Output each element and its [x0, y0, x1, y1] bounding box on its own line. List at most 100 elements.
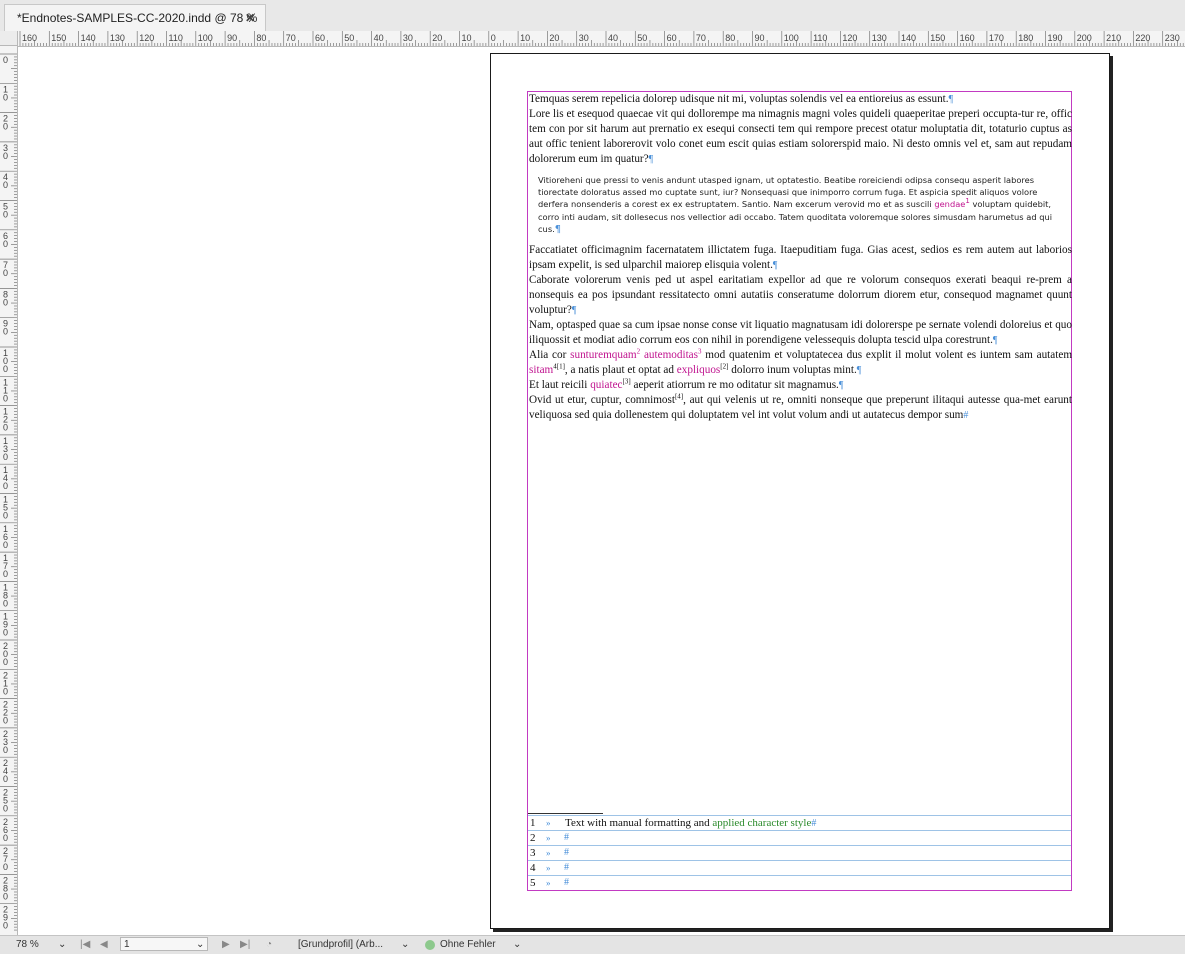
ruler-label: 150 — [930, 33, 945, 43]
next-page-icon[interactable]: ▶ — [222, 938, 230, 952]
endnote-reference[interactable]: autemoditas — [644, 349, 698, 361]
paragraph: Alia cor sunturemquam2 autemoditas3 mod … — [529, 347, 1073, 377]
ruler-label: 0 — [3, 891, 8, 901]
ruler-label: 0 — [3, 745, 8, 755]
ruler-label: 130 — [110, 33, 125, 43]
ruler-label: 50 — [344, 33, 354, 43]
document-tab-bar: *Endnotes-SAMPLES-CC-2020.indd @ 78 % ✕ — [0, 0, 1185, 32]
endnote-row[interactable]: 4 » # — [528, 860, 1071, 875]
paragraph: Caborate volorerum venis ped ut aspel ea… — [529, 274, 1072, 317]
chevron-down-icon[interactable]: ⌄ — [401, 938, 409, 952]
tab-marker-icon: » — [546, 818, 551, 828]
vertical-ruler[interactable]: 0102030405060708090100110120130140150160… — [0, 46, 18, 935]
ruler-label: 70 — [696, 33, 706, 43]
tab-marker-icon: » — [546, 833, 551, 843]
ruler-label: 0 — [3, 569, 8, 579]
previous-page-icon[interactable]: ◀ — [100, 938, 108, 952]
ruler-label: 60 — [315, 33, 325, 43]
ruler-label: 100 — [784, 33, 799, 43]
endnotes-area: 1 » Text with manual formatting and appl… — [528, 813, 1071, 890]
ruler-label: 70 — [286, 33, 296, 43]
ruler-label: 0 — [3, 364, 8, 374]
ruler-label: 120 — [842, 33, 857, 43]
ruler-label: 150 — [51, 33, 66, 43]
ruler-label: 0 — [3, 239, 8, 249]
ruler-label: 0 — [3, 122, 8, 132]
first-page-icon[interactable]: |◀ — [80, 938, 90, 952]
ruler-label: 0 — [3, 511, 8, 521]
ruler-label: 10 — [520, 33, 530, 43]
ruler-label: 0 — [3, 452, 8, 462]
chevron-down-icon[interactable]: ⌄ — [513, 938, 521, 952]
chevron-down-icon[interactable]: ⌄ — [196, 938, 204, 952]
ruler-label: 0 — [3, 393, 8, 403]
ruler-label: 110 — [169, 33, 183, 43]
document-page[interactable]: Temquas serem repelicia dolorep udisque … — [490, 53, 1110, 929]
ruler-label: 90 — [227, 33, 237, 43]
ruler-label: 100 — [198, 33, 213, 43]
endnote-reference[interactable]: quiatec — [590, 379, 622, 391]
endnote-reference[interactable]: expliquos — [677, 364, 721, 376]
ruler-label: 0 — [3, 481, 8, 491]
ruler-origin[interactable] — [0, 31, 18, 46]
paragraph: Temquas serem repelicia dolorep udisque … — [529, 93, 954, 105]
status-bar: 78 % ⌄ |◀ ◀ 1 ⌄ ▶ ▶| ◔ [Grundprofil] (Ar… — [0, 935, 1185, 954]
ruler-label: 30 — [403, 33, 413, 43]
ruler-label: 120 — [139, 33, 154, 43]
ruler-label: 0 — [3, 774, 8, 784]
text-frame[interactable]: Temquas serem repelicia dolorep udisque … — [527, 91, 1072, 891]
ruler-label: 200 — [1077, 33, 1092, 43]
ruler-label: 10 — [462, 33, 472, 43]
paragraph: Ovid ut etur, cuptur, comnimost[4], aut … — [529, 392, 1072, 422]
preflight-status[interactable]: Ohne Fehler — [440, 938, 496, 952]
ruler-label: 210 — [1106, 33, 1121, 43]
ruler-label: 0 — [3, 804, 8, 814]
endnote-reference[interactable]: sitam — [529, 364, 553, 376]
ruler-label: 0 — [3, 628, 8, 638]
ruler-label: 40 — [374, 33, 384, 43]
endnote-row[interactable]: 1 » Text with manual formatting and appl… — [528, 815, 1071, 830]
ruler-label: 50 — [637, 33, 647, 43]
tab-marker-icon: » — [546, 848, 551, 858]
ruler-label: 0 — [3, 151, 8, 161]
ruler-label: 140 — [81, 33, 96, 43]
ruler-label: 110 — [813, 33, 827, 43]
tab-marker-icon: » — [546, 878, 551, 888]
preflight-tool-icon[interactable]: ◔ — [266, 938, 272, 952]
ruler-label: 130 — [872, 33, 887, 43]
ruler-label: 0 — [3, 657, 8, 667]
ruler-label: 140 — [901, 33, 916, 43]
ruler-label: 180 — [1018, 33, 1033, 43]
horizontal-ruler[interactable]: 160 150 140 130 120 110 100 90 80 70 60 50 40 30 20 10 0… — [18, 31, 1185, 47]
ruler-label: 80 — [256, 33, 266, 43]
tab-marker-icon: » — [546, 863, 551, 873]
ruler-label: 160 — [22, 33, 37, 43]
endnote-row[interactable]: 3 » # — [528, 845, 1071, 860]
endnote-row[interactable]: 5 » # — [528, 875, 1071, 890]
ruler-label: 0 — [3, 327, 8, 337]
endnote-row[interactable]: 2 » # — [528, 830, 1071, 845]
ruler-label: 80 — [725, 33, 735, 43]
paragraph: Nam, optasped quae sa cum ipsae nonse co… — [529, 319, 1072, 347]
ruler-label: 170 — [989, 33, 1004, 43]
document-tab[interactable]: *Endnotes-SAMPLES-CC-2020.indd @ 78 % ✕ — [4, 4, 266, 31]
endnote-reference[interactable]: sunturemquam — [570, 349, 637, 361]
ruler-label: 0 — [3, 686, 8, 696]
ruler-label: 0 — [3, 210, 8, 220]
ruler-label: 40 — [608, 33, 618, 43]
ruler-label: 60 — [667, 33, 677, 43]
story-text[interactable]: Temquas serem repelicia dolorep udisque … — [528, 92, 1073, 423]
document-tab-title: *Endnotes-SAMPLES-CC-2020.indd @ 78 % — [17, 11, 258, 25]
ruler-label: 230 — [1165, 33, 1180, 43]
zoom-field[interactable]: 78 % — [16, 938, 39, 952]
ruler-label: 0 — [3, 92, 8, 102]
paragraph: Et laut reicili quiatec[3] aeperit atior… — [529, 377, 844, 392]
preflight-profile[interactable]: [Grundprofil] (Arb... — [298, 938, 383, 952]
last-page-icon[interactable]: ▶| — [240, 938, 250, 952]
chevron-down-icon[interactable]: ⌄ — [58, 938, 66, 952]
ruler-label: 220 — [1135, 33, 1150, 43]
ruler-label: 0 — [3, 862, 8, 872]
page-number-field[interactable]: 1 — [120, 937, 208, 951]
close-icon[interactable]: ✕ — [245, 5, 255, 31]
pasteboard[interactable]: Temquas serem repelicia dolorep udisque … — [18, 47, 1185, 935]
